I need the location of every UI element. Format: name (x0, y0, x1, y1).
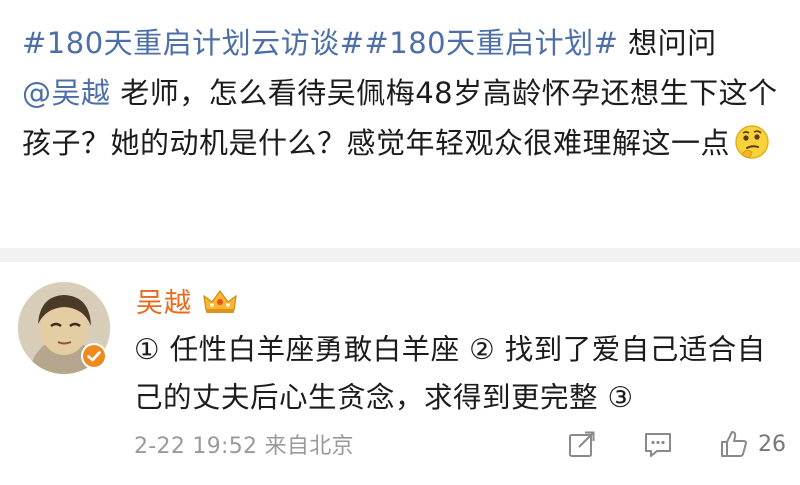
comment-actions: 26 (522, 428, 786, 460)
post-body: 老师，怎么看待吴佩梅48岁高龄怀孕还想生下这个孩子？她的动机是什么？感觉年轻观众… (22, 76, 778, 160)
comment-author: 吴越 (136, 281, 238, 320)
source: 来自北京 (264, 434, 354, 459)
comment-icon[interactable] (642, 428, 674, 460)
post-text-segment: 想问问 (618, 26, 717, 60)
like-count: 26 (758, 431, 786, 457)
topic-link[interactable]: #180天重启计划# (364, 26, 618, 60)
post-text: #180天重启计划云访谈##180天重启计划# 想问问 @吴越 老师，怎么看待吴佩… (22, 18, 782, 168)
verified-icon (81, 343, 107, 369)
section-divider (0, 248, 800, 262)
like-icon[interactable] (718, 428, 750, 460)
share-icon[interactable] (566, 428, 598, 460)
comment-text: ① 任性白羊座勇敢白羊座 ② 找到了爱自己适合自己的丈夫后心生贪念，求得到更完整… (134, 333, 766, 414)
thinking-face-emoji (735, 125, 769, 159)
crown-badge-icon (203, 289, 237, 313)
topic-link[interactable]: #180天重启计划云访谈# (22, 26, 364, 60)
comment-meta: 2-22 19:52 来自北京 (134, 428, 354, 460)
mention-link[interactable]: @吴越 (22, 76, 111, 110)
timestamp: 2-22 19:52 (134, 434, 258, 459)
author-name[interactable]: 吴越 (136, 281, 192, 320)
